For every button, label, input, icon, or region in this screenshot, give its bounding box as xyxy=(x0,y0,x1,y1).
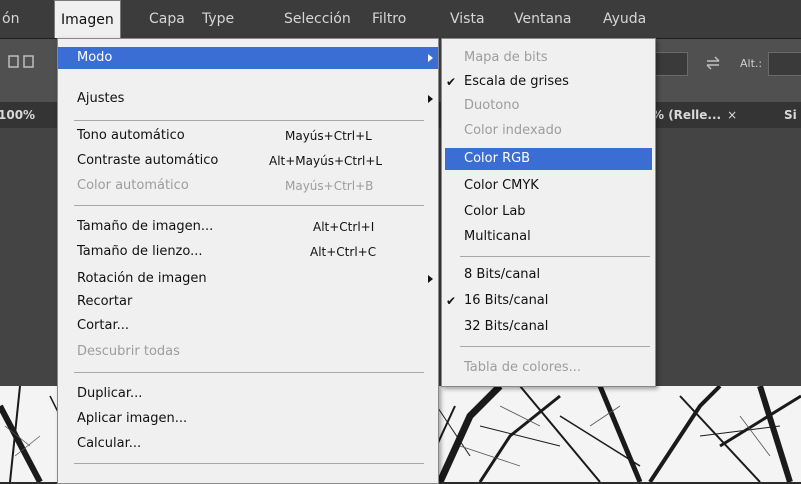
menu-item-color-automatico[interactable]: Color automático Mayús+Ctrl+B xyxy=(58,175,438,197)
modo-item-escala-de-grises[interactable]: ✔ Escala de grises xyxy=(442,71,655,93)
menu-item-shortcut: Mayús+Ctrl+B xyxy=(285,179,374,193)
height-field[interactable] xyxy=(768,52,801,76)
menu-item-label: Calcular... xyxy=(77,436,142,451)
modo-item-mapa-de-bits[interactable]: Mapa de bits xyxy=(442,47,655,69)
modo-item-label: Duotono xyxy=(464,98,520,113)
menu-item-shortcut: Alt+Mayús+Ctrl+L xyxy=(269,154,383,168)
menu-item-label: Rotación de imagen xyxy=(77,271,207,286)
modo-item-label: Color CMYK xyxy=(464,178,539,193)
menubar: ón Imagen Capa Type Selección Filtro Vis… xyxy=(0,0,801,39)
modo-item-multicanal[interactable]: Multicanal xyxy=(442,226,655,248)
menu-item-label: Tamaño de lienzo... xyxy=(77,244,203,259)
modo-item-color-rgb[interactable]: Color RGB xyxy=(445,148,652,170)
menu-item-duplicar[interactable]: Duplicar... xyxy=(58,383,438,405)
menu-item-label: Color automático xyxy=(77,178,189,193)
alt-label: Alt.: xyxy=(740,57,763,70)
modo-item-label: Escala de grises xyxy=(464,74,569,89)
menu-item-modo-label: Modo xyxy=(77,50,113,65)
close-tab-icon[interactable]: × xyxy=(727,108,737,122)
menu-item-rotacion-imagen[interactable]: Rotación de imagen xyxy=(58,268,438,290)
modo-item-duotono[interactable]: Duotono xyxy=(442,95,655,117)
menu-item-tamano-imagen[interactable]: Tamaño de imagen... Alt+Ctrl+I xyxy=(58,216,438,238)
modo-item-label: Multicanal xyxy=(464,229,531,244)
menu-separator xyxy=(74,205,424,206)
tool-preset-icon[interactable] xyxy=(8,54,36,70)
menu-imagen[interactable]: Imagen xyxy=(54,0,121,38)
menu-item-shortcut: Alt+Ctrl+I xyxy=(313,220,375,234)
menu-capa[interactable]: Capa xyxy=(143,0,191,38)
modo-item-label: Mapa de bits xyxy=(464,50,548,65)
modo-item-label: Tabla de colores... xyxy=(464,360,581,375)
menu-seleccion[interactable]: Selección xyxy=(278,0,357,38)
submenu-arrow-icon xyxy=(428,54,433,62)
menu-item-recortar[interactable]: Recortar xyxy=(58,291,438,313)
menu-vista[interactable]: Vista xyxy=(444,0,491,38)
menu-separator xyxy=(460,256,650,257)
modo-item-label: 32 Bits/canal xyxy=(464,319,549,334)
checkmark-icon: ✔ xyxy=(446,75,457,89)
menu-separator xyxy=(74,120,424,121)
menu-item-calcular[interactable]: Calcular... xyxy=(58,433,438,455)
menu-item-label: Descubrir todas xyxy=(77,344,180,359)
document-tab[interactable]: % (Relle... × xyxy=(652,102,737,128)
modo-item-label: Color RGB xyxy=(464,151,531,166)
menu-item-label: Duplicar... xyxy=(77,386,143,401)
document-tab-label: % (Relle... xyxy=(652,108,722,122)
modo-item-8-bits[interactable]: 8 Bits/canal xyxy=(442,264,655,286)
submenu-arrow-icon xyxy=(428,275,433,283)
menu-item-modo[interactable]: Modo xyxy=(58,47,438,69)
menu-item-label: Contraste automático xyxy=(77,153,219,168)
menu-type[interactable]: Type xyxy=(196,0,240,38)
menu-item-shortcut: Mayús+Ctrl+L xyxy=(285,129,372,143)
modo-item-label: 8 Bits/canal xyxy=(464,267,541,282)
menu-item-shortcut: Alt+Ctrl+C xyxy=(310,245,377,259)
zoom-tab-fragment[interactable]: 100% xyxy=(0,102,35,128)
menu-separator xyxy=(460,346,650,347)
menu-ayuda[interactable]: Ayuda xyxy=(597,0,652,38)
menu-item-cortar[interactable]: Cortar... xyxy=(58,315,438,337)
next-tab-fragment[interactable]: Si xyxy=(784,102,797,128)
modo-item-color-lab[interactable]: Color Lab xyxy=(442,201,655,223)
menu-item-label: Tamaño de imagen... xyxy=(77,219,214,234)
menu-item-contraste-automatico[interactable]: Contraste automático Alt+Mayús+Ctrl+L xyxy=(58,150,438,172)
menu-item-descubrir-todas[interactable]: Descubrir todas xyxy=(58,341,438,363)
checkmark-icon: ✔ xyxy=(446,294,457,308)
imagen-menu: Modo Ajustes Tono automático Mayús+Ctrl+… xyxy=(57,38,439,484)
submenu-arrow-icon xyxy=(428,95,433,103)
menu-item-label: Aplicar imagen... xyxy=(77,411,188,426)
modo-item-label: 16 Bits/canal xyxy=(464,293,549,308)
menu-ventana[interactable]: Ventana xyxy=(508,0,578,38)
menu-edicion[interactable]: ón xyxy=(0,0,25,38)
swap-arrows-icon[interactable] xyxy=(704,54,722,72)
menu-item-ajustes[interactable]: Ajustes xyxy=(58,88,438,110)
menu-item-tono-automatico[interactable]: Tono automático Mayús+Ctrl+L xyxy=(58,125,438,147)
modo-submenu: Mapa de bits ✔ Escala de grises Duotono … xyxy=(441,38,656,387)
modo-item-color-indexado[interactable]: Color indexado xyxy=(442,120,655,142)
menu-item-label: Recortar xyxy=(77,294,133,309)
menu-item-ajustes-label: Ajustes xyxy=(77,91,125,106)
menu-item-tamano-lienzo[interactable]: Tamaño de lienzo... Alt+Ctrl+C xyxy=(58,241,438,263)
modo-item-tabla-de-colores[interactable]: Tabla de colores... xyxy=(442,357,655,379)
modo-item-label: Color indexado xyxy=(464,123,562,138)
menu-item-label: Tono automático xyxy=(77,128,185,143)
modo-item-color-cmyk[interactable]: Color CMYK xyxy=(442,175,655,197)
menu-item-aplicar-imagen[interactable]: Aplicar imagen... xyxy=(58,408,438,430)
menu-separator xyxy=(74,372,424,373)
menu-item-label: Cortar... xyxy=(77,318,129,333)
menu-filtro[interactable]: Filtro xyxy=(366,0,412,38)
modo-item-16-bits[interactable]: ✔ 16 Bits/canal xyxy=(442,290,655,312)
menu-separator xyxy=(74,463,424,464)
modo-item-32-bits[interactable]: 32 Bits/canal xyxy=(442,316,655,338)
modo-item-label: Color Lab xyxy=(464,204,526,219)
